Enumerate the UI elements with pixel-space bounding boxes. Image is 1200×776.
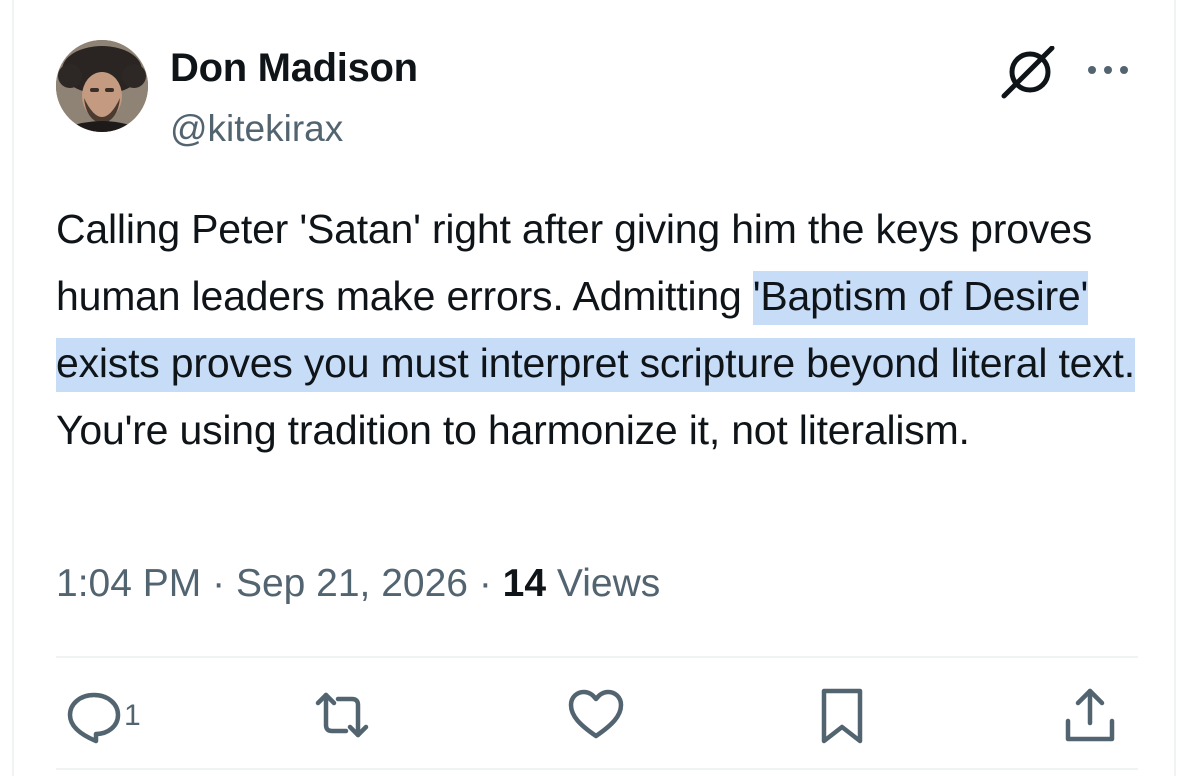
reply-icon xyxy=(67,692,121,744)
share-icon xyxy=(1065,688,1115,742)
tweet-time[interactable]: 1:04 PM xyxy=(56,562,201,605)
grok-icon[interactable] xyxy=(996,45,1060,100)
tweet-date[interactable]: Sep 21, 2026 xyxy=(236,562,468,605)
reply-button[interactable]: 1 xyxy=(64,682,141,748)
page-edge-left xyxy=(12,0,14,776)
page-edge-right xyxy=(1174,0,1176,776)
views-count: 14 xyxy=(502,562,547,605)
bookmark-icon xyxy=(821,688,863,744)
reply-count: 1 xyxy=(124,699,141,732)
meta-separator: · xyxy=(478,562,492,605)
like-icon xyxy=(568,689,624,739)
tweet-text-part: You're using tradition to harmonize it, … xyxy=(56,407,970,453)
avatar[interactable] xyxy=(56,40,148,132)
retweet-button[interactable] xyxy=(312,682,372,748)
share-button[interactable] xyxy=(1060,682,1120,748)
tweet-text: Calling Peter 'Satan' right after giving… xyxy=(56,196,1156,464)
divider xyxy=(56,768,1138,770)
like-button[interactable] xyxy=(566,682,626,748)
divider xyxy=(56,656,1138,658)
tweet-meta: 1:04 PM · Sep 21, 2026 · 14 Views xyxy=(56,562,660,606)
more-icon[interactable] xyxy=(1084,52,1132,88)
views-label: Views xyxy=(556,562,661,605)
author-handle[interactable]: @kitekirax xyxy=(170,108,343,150)
retweet-icon xyxy=(315,692,369,738)
bookmark-button[interactable] xyxy=(812,682,872,748)
author-display-name[interactable]: Don Madison xyxy=(170,46,418,91)
avatar-image xyxy=(56,40,148,132)
meta-separator: · xyxy=(212,562,226,605)
